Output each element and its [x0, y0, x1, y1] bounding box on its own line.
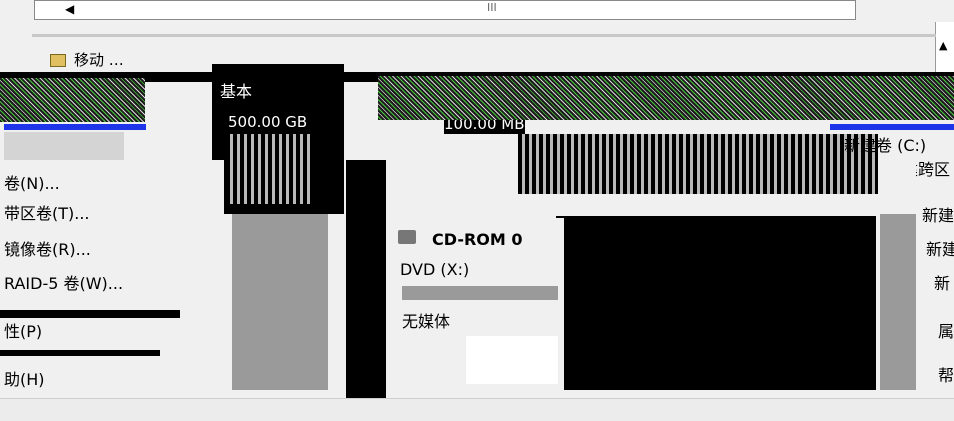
cdrom-title: CD-ROM 0	[432, 230, 523, 249]
cdrom-status: 无媒体	[402, 312, 451, 331]
disk-info-left	[4, 132, 124, 162]
disk-pane-right	[378, 76, 954, 120]
menu-item-raid5-volume[interactable]: RAID-5 卷(W)...	[4, 274, 123, 294]
disk-size-label: 500.00 GB	[228, 112, 308, 132]
menu-item-new-2[interactable]: 新建	[926, 240, 954, 260]
cdrom-drive-label: DVD (X:)	[400, 260, 470, 279]
menu-item-properties[interactable]: 性(P)	[4, 322, 42, 342]
partition-stripe-block	[518, 134, 878, 194]
disk-bar-right	[830, 124, 954, 130]
partition-label: 新建卷 (C:)	[844, 136, 927, 155]
scroll-left-arrow[interactable]: ◀	[65, 0, 74, 19]
gray-panel-right	[880, 214, 916, 390]
toolbar-move-button[interactable]: 移动 …	[50, 51, 210, 70]
menu-item-help[interactable]: 助(H)	[4, 370, 45, 390]
menu-item-striped-volume[interactable]: 带区卷(T)...	[4, 204, 90, 224]
menu-item-properties-right[interactable]: 属	[938, 322, 954, 342]
scroll-up-arrow[interactable]: ▲	[939, 36, 947, 56]
pane-divider[interactable]	[32, 34, 936, 37]
menu-item-new-3[interactable]: 新	[934, 274, 950, 294]
folder-icon	[50, 54, 66, 67]
vertical-scrollbar[interactable]: ▲	[935, 22, 954, 72]
menu-item-spanned-volume[interactable]: 新建跨区	[916, 160, 950, 180]
menu-item-mirrored-volume[interactable]: 镜像卷(R)...	[4, 240, 91, 260]
toolbar-button-label: 移动 …	[74, 51, 124, 69]
cdrom-icon	[398, 230, 416, 244]
menu-item-new-1[interactable]: 新建	[922, 206, 954, 226]
cdrom-empty-area	[466, 336, 558, 384]
disk-bar-left	[4, 124, 146, 130]
menu-item-help-right[interactable]: 帮	[938, 366, 954, 386]
scrollbar-thumb[interactable]: III	[487, 0, 497, 18]
cdrom-panel[interactable]: CD-ROM 0 DVD (X:) 无媒体	[396, 218, 564, 390]
cdrom-separator	[402, 286, 558, 300]
context-menu-right: 新建跨区 新建 新建 新 属 帮	[916, 160, 954, 400]
context-menu-left: 卷(N)... 带区卷(T)... 镜像卷(R)... RAID-5 卷(W).…	[0, 160, 224, 400]
disk-stripe-block	[226, 134, 314, 204]
menu-separator-2	[0, 350, 160, 356]
disk-type-label: 基本	[220, 82, 253, 102]
horizontal-scrollbar[interactable]: ◀ III	[34, 0, 856, 20]
menu-separator	[0, 310, 180, 318]
disk-pane-left	[0, 78, 145, 122]
bottom-strip	[0, 398, 954, 421]
gray-panel-left	[232, 214, 328, 390]
central-black-block-2	[556, 216, 876, 390]
central-black-block	[346, 160, 386, 420]
menu-item-new-volume[interactable]: 卷(N)...	[4, 174, 60, 194]
